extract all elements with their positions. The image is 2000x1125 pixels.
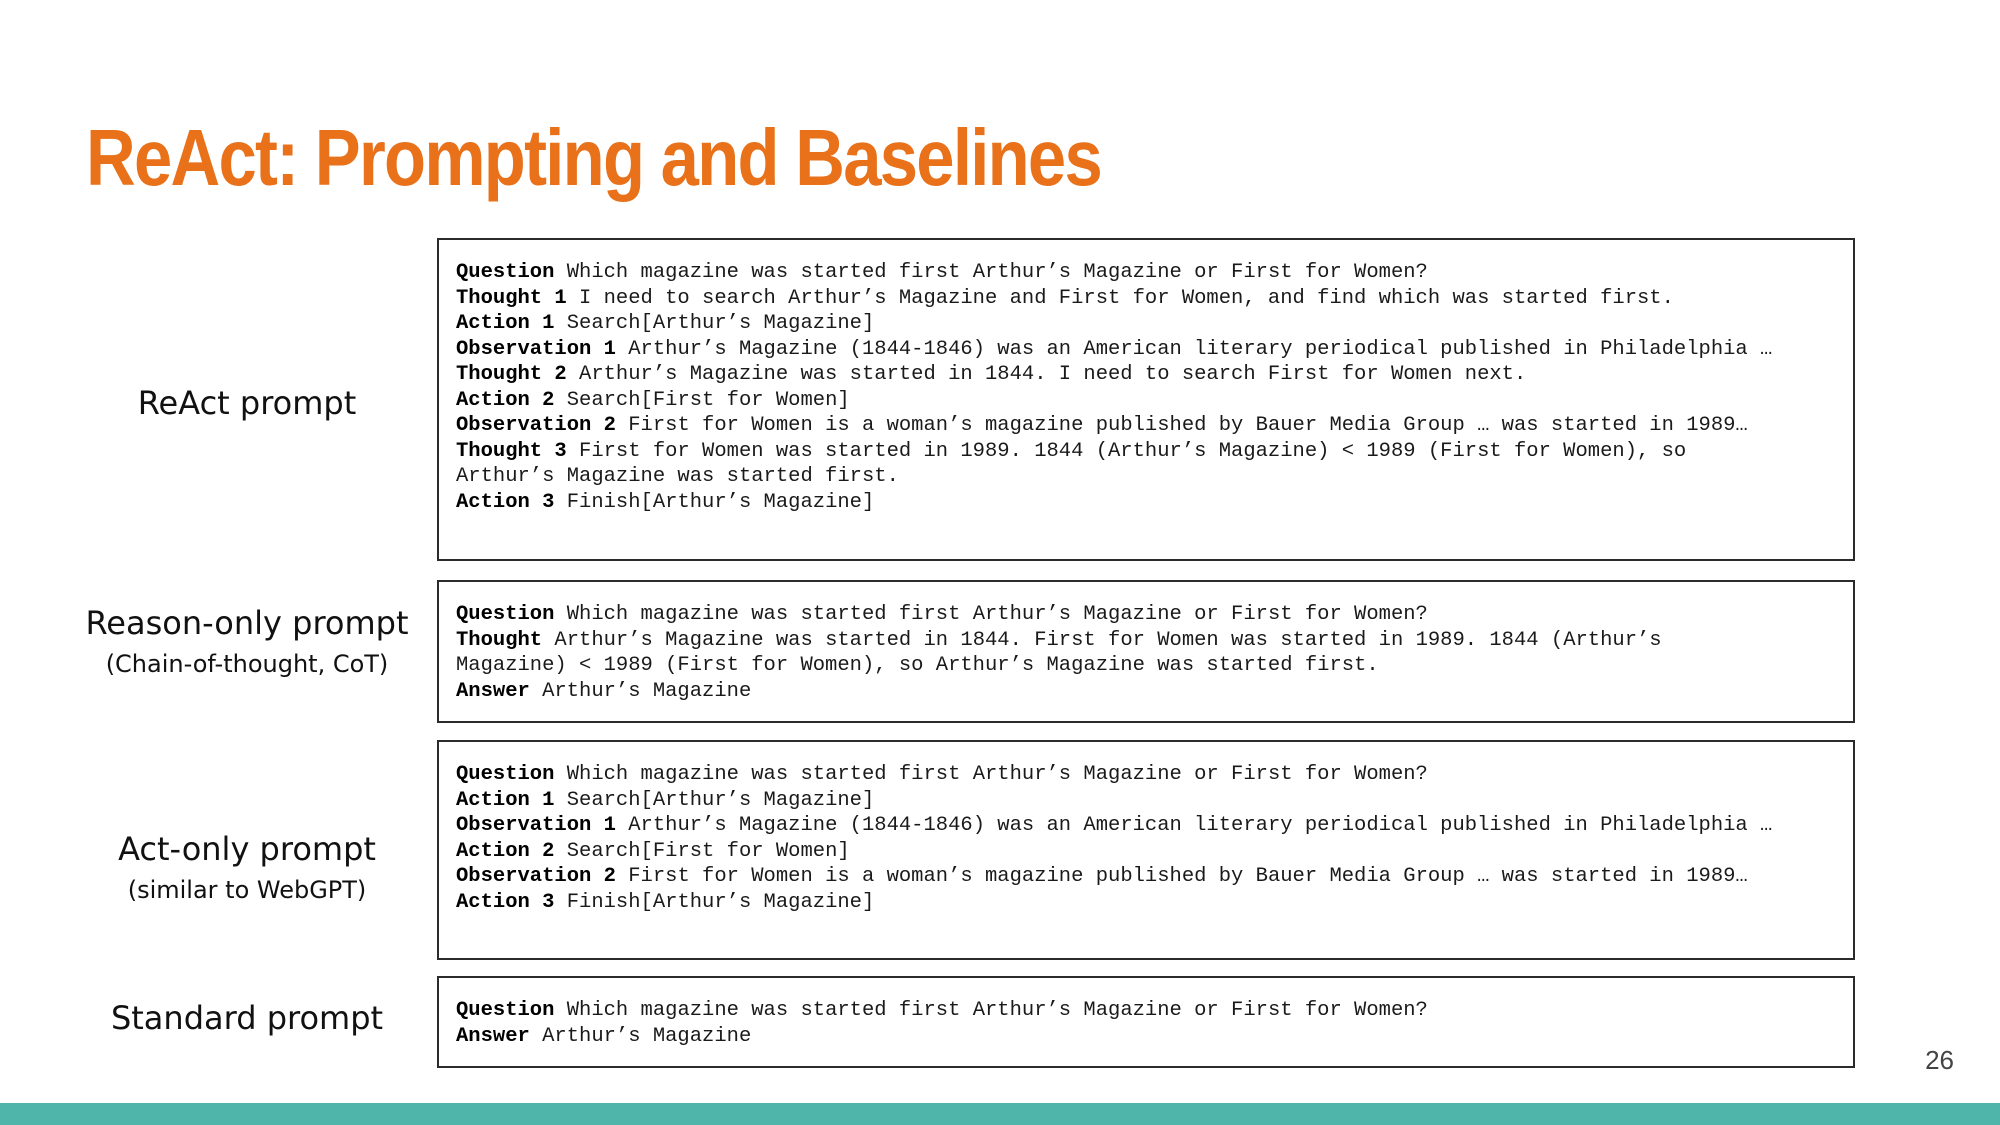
prompt-line-text: Search[Arthur’s Magazine] <box>554 788 875 812</box>
prompt-box-standard: Question Which magazine was started firs… <box>437 976 1855 1068</box>
prompt-line-text: Which magazine was started first Arthur’… <box>554 603 1428 626</box>
prompt-line: Thought 1 I need to search Arthur’s Maga… <box>456 286 1836 312</box>
prompt-line-text: Search[Arthur’s Magazine] <box>554 312 875 335</box>
prompt-line-text: Which magazine was started first Arthur’… <box>554 999 1428 1022</box>
prompt-line: Action 2 Search[First for Women] <box>456 839 1836 865</box>
prompt-line-key: Question <box>456 999 555 1022</box>
prompt-line: Thought Arthur’s Magazine was started in… <box>456 628 1836 654</box>
prompt-line-key: Observation 2 <box>456 414 616 437</box>
prompt-line: Action 2 Search[First for Women] <box>456 388 1836 414</box>
prompt-line: Action 1 Search[Arthur’s Magazine] <box>456 311 1836 337</box>
row-label-act-only: Act-only prompt (similar to WebGPT) <box>60 829 434 907</box>
prompt-line: Observation 2 First for Women is a woman… <box>456 413 1836 439</box>
slide-title: ReAct: Prompting and Baselines <box>86 113 1103 202</box>
prompt-line-text: Arthur’s Magazine was started in 1844. I… <box>566 363 1527 386</box>
bottom-accent-bar <box>0 1103 2000 1125</box>
prompt-line-text: Finish[Arthur’s Magazine] <box>554 490 875 514</box>
prompt-line-key: Action 3 <box>456 490 555 514</box>
prompt-box-act-only: Question Which magazine was started firs… <box>437 740 1855 960</box>
prompt-line-text: First for Women is a woman’s magazine pu… <box>615 865 1748 888</box>
prompt-line: Question Which magazine was started firs… <box>456 260 1836 286</box>
prompt-line-key: Question <box>456 603 555 626</box>
prompt-line-text: Arthur’s Magazine (1844-1846) was an Ame… <box>615 337 1773 361</box>
prompt-line: Observation 1 Arthur’s Magazine (1844-18… <box>456 337 1836 363</box>
prompt-line: Action 3 Finish[Arthur’s Magazine] <box>456 490 1836 516</box>
prompt-line-key: Thought <box>456 628 543 652</box>
prompt-box-react: Question Which magazine was started firs… <box>437 238 1855 561</box>
prompt-line: Arthur’s Magazine was started first. <box>456 464 1836 490</box>
prompt-line-key: Answer <box>456 1024 530 1048</box>
row-label-main: Standard prompt <box>110 999 384 1037</box>
prompt-line-text: First for Women is a woman’s magazine pu… <box>615 414 1748 437</box>
prompt-line-key: Observation 1 <box>456 337 616 361</box>
prompt-line-key: Action 1 <box>456 788 555 812</box>
row-label-sub: (Chain-of-thought, CoT) <box>105 650 389 678</box>
prompt-line: Thought 3 First for Women was started in… <box>456 439 1836 465</box>
prompt-line-text: First for Women was started in 1989. 184… <box>566 439 1687 463</box>
prompt-line-text: Arthur’s Magazine was started in 1844. F… <box>542 628 1662 652</box>
prompt-line: Thought 2 Arthur’s Magazine was started … <box>456 362 1836 388</box>
prompt-line-key: Action 2 <box>456 388 555 412</box>
row-label-sub: (similar to WebGPT) <box>127 876 367 904</box>
prompt-line-key: Question <box>456 261 555 284</box>
prompt-line-key: Question <box>456 763 555 786</box>
prompt-line-text: Arthur’s Magazine was started first. <box>456 465 899 488</box>
prompt-line-text: Search[First for Women] <box>554 839 850 863</box>
prompt-line: Answer Arthur’s Magazine <box>456 679 1836 705</box>
prompt-line-text: Which magazine was started first Arthur’… <box>554 763 1428 786</box>
row-label-main: ReAct prompt <box>137 384 357 422</box>
row-label-standard: Standard prompt <box>60 998 434 1038</box>
prompt-line-text: Search[First for Women] <box>554 388 850 412</box>
prompt-line-text: Arthur’s Magazine (1844-1846) was an Ame… <box>615 814 1773 837</box>
row-label-main: Reason-only prompt <box>85 604 409 642</box>
prompt-line-key: Observation 2 <box>456 865 616 888</box>
prompt-box-reason-only: Question Which magazine was started firs… <box>437 580 1855 723</box>
row-label-reason-only: Reason-only prompt (Chain-of-thought, Co… <box>60 603 434 681</box>
row-label-react: ReAct prompt <box>60 383 434 423</box>
prompt-line: Question Which magazine was started firs… <box>456 998 1836 1024</box>
prompt-line-key: Action 2 <box>456 839 555 863</box>
prompt-line-text: Finish[Arthur’s Magazine] <box>554 890 875 914</box>
prompt-line-key: Thought 1 <box>456 286 567 310</box>
prompt-line-key: Observation 1 <box>456 814 616 837</box>
page-number: 26 <box>1925 1045 1954 1075</box>
prompt-line-key: Thought 2 <box>456 363 567 386</box>
prompt-line-text: Magazine) < 1989 (First for Women), so A… <box>456 654 1379 677</box>
prompt-line: Action 1 Search[Arthur’s Magazine] <box>456 788 1836 814</box>
prompt-line-text: Arthur’s Magazine <box>529 679 752 703</box>
row-label-main: Act-only prompt <box>118 830 376 868</box>
prompt-line-key: Action 3 <box>456 890 555 914</box>
prompt-line-key: Answer <box>456 679 530 703</box>
prompt-line-text: Arthur’s Magazine <box>529 1024 752 1048</box>
prompt-line: Action 3 Finish[Arthur’s Magazine] <box>456 890 1836 916</box>
prompt-line: Observation 1 Arthur’s Magazine (1844-18… <box>456 813 1836 839</box>
prompt-line: Question Which magazine was started firs… <box>456 602 1836 628</box>
prompt-line: Magazine) < 1989 (First for Women), so A… <box>456 653 1836 679</box>
prompt-line: Question Which magazine was started firs… <box>456 762 1836 788</box>
prompt-line: Answer Arthur’s Magazine <box>456 1024 1836 1050</box>
prompt-line-key: Thought 3 <box>456 439 567 463</box>
prompt-line-text: I need to search Arthur’s Magazine and F… <box>566 286 1674 310</box>
prompt-line-text: Which magazine was started first Arthur’… <box>554 261 1428 284</box>
prompt-line: Observation 2 First for Women is a woman… <box>456 864 1836 890</box>
prompt-line-key: Action 1 <box>456 312 555 335</box>
